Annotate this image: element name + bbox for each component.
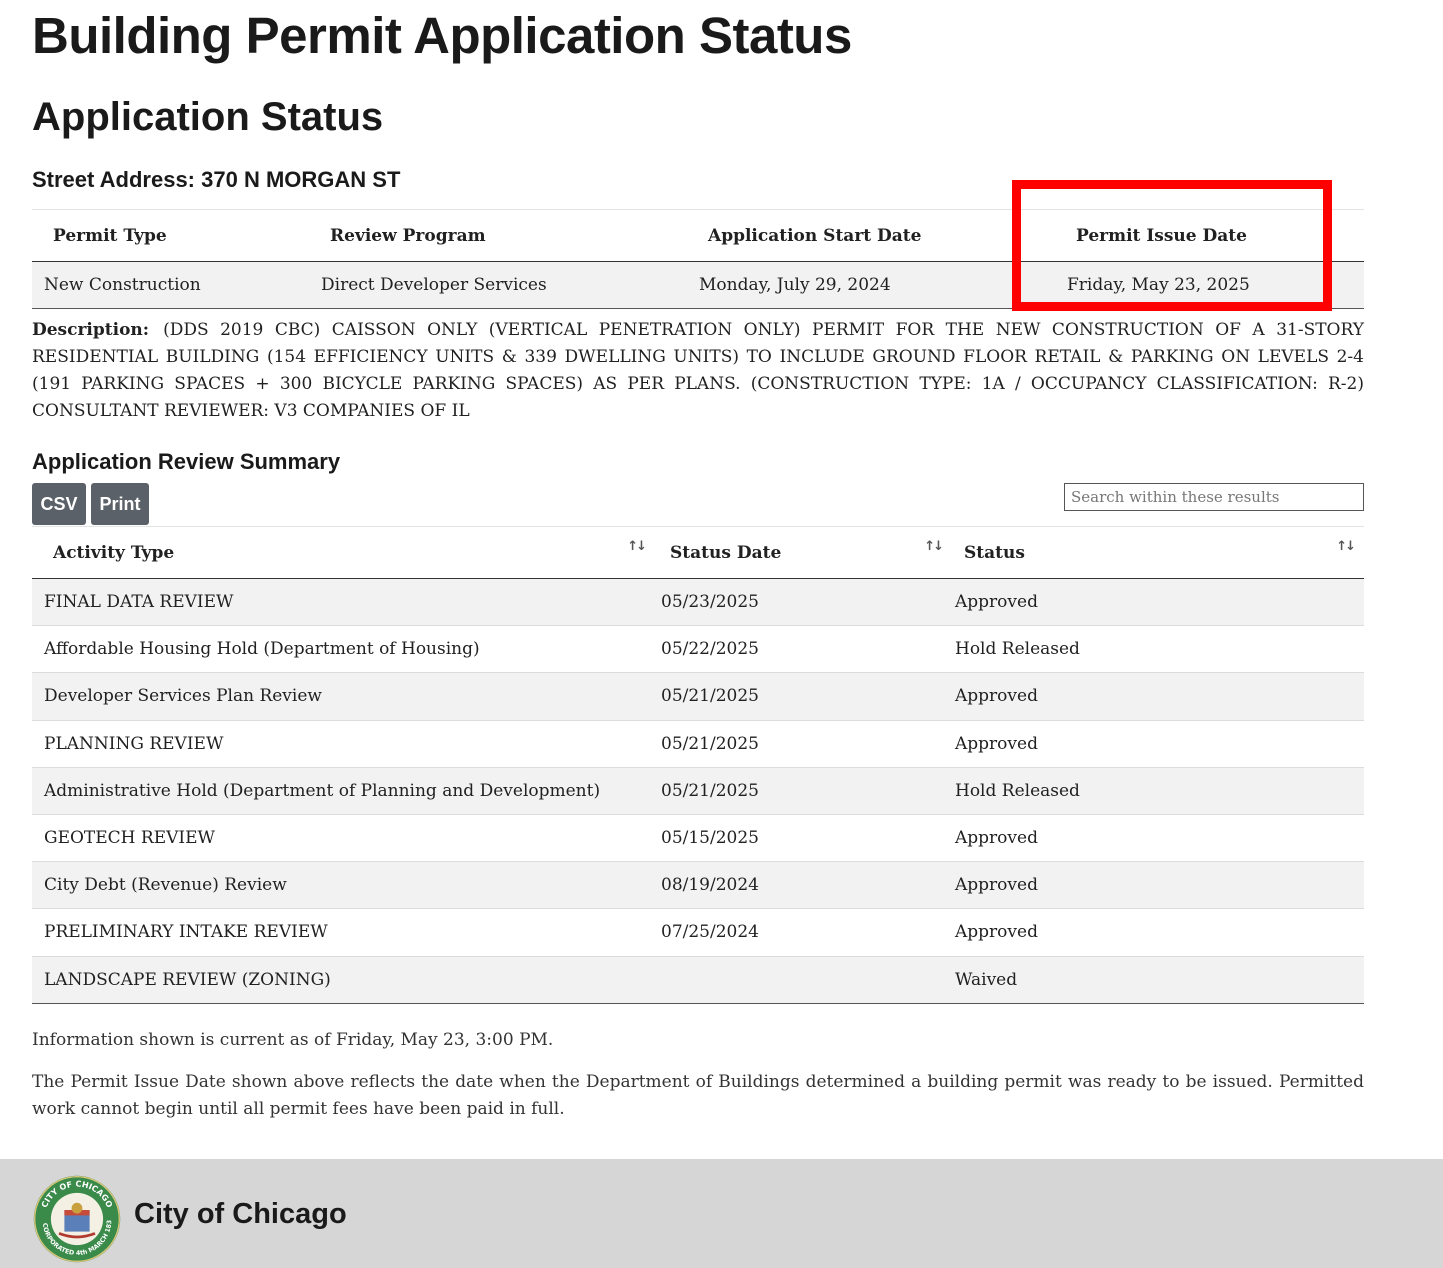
description-text: (DDS 2019 CBC) CAISSON ONLY (VERTICAL PE… (32, 320, 1364, 421)
activity-type-cell: City Debt (Revenue) Review (32, 861, 649, 910)
status-date-cell: 05/22/2025 (649, 625, 946, 674)
status-date-cell: 05/23/2025 (649, 578, 946, 627)
status-cell: Approved (946, 814, 1364, 863)
activity-type-cell: Developer Services Plan Review (32, 672, 649, 721)
info-current-as-of: Information shown is current as of Frida… (32, 1030, 554, 1050)
permit-header-row: Permit Type Review Program Application S… (32, 209, 1364, 262)
status-cell: Hold Released (946, 625, 1364, 674)
status-cell: Hold Released (946, 767, 1364, 815)
table-row: GEOTECH REVIEW 05/15/2025 Approved (32, 814, 1364, 863)
header-permit-type: Permit Type (32, 209, 310, 262)
table-row: City Debt (Revenue) Review 08/19/2024 Appr… (32, 861, 1364, 910)
header-status[interactable]: Status ↑↓ (946, 526, 1364, 579)
status-cell: Approved (946, 861, 1364, 910)
street-address: Street Address: 370 N MORGAN ST (32, 167, 401, 192)
site-footer: CITY OF CHICAGO INCORPORATED 4th MARCH 1… (0, 1159, 1443, 1268)
header-activity-type[interactable]: Activity Type ↑↓ (32, 526, 649, 579)
print-button[interactable]: Print (91, 483, 149, 525)
status-date-cell: 05/21/2025 (649, 672, 946, 721)
header-application-start-date: Application Start Date (688, 209, 1050, 262)
status-date-cell: 05/15/2025 (649, 814, 946, 863)
sort-icon[interactable]: ↑↓ (627, 539, 647, 554)
activity-type-cell: LANDSCAPE REVIEW (ZONING) (32, 956, 649, 1004)
info-permit-note: The Permit Issue Date shown above reflec… (32, 1072, 1364, 1119)
review-program-value: Direct Developer Services (310, 261, 688, 309)
permit-summary-table: Permit Type Review Program Application S… (32, 209, 1364, 309)
status-date-cell: 05/21/2025 (649, 767, 946, 815)
description-label: Description: (32, 320, 150, 340)
section-title: Application Status (32, 95, 384, 139)
status-date-cell: 08/19/2024 (649, 861, 946, 910)
review-summary-heading: Application Review Summary (32, 449, 341, 474)
table-row: LANDSCAPE REVIEW (ZONING) Waived (32, 956, 1364, 1004)
activity-type-cell: Affordable Housing Hold (Department of H… (32, 625, 649, 674)
status-date-cell (649, 956, 946, 1004)
footer-city-name: City of Chicago (134, 1198, 347, 1230)
status-cell: Approved (946, 720, 1364, 768)
activity-type-cell: FINAL DATA REVIEW (32, 578, 649, 627)
status-cell: Approved (946, 578, 1364, 627)
status-cell: Approved (946, 908, 1364, 957)
activity-type-cell: Administrative Hold (Department of Plann… (32, 767, 649, 815)
header-permit-issue-date: Permit Issue Date (1050, 209, 1364, 262)
sort-icon[interactable]: ↑↓ (1336, 539, 1356, 554)
status-cell: Approved (946, 672, 1364, 721)
table-row: PLANNING REVIEW 05/21/2025 Approved (32, 720, 1364, 768)
table-row: FINAL DATA REVIEW 05/23/2025 Approved (32, 578, 1364, 627)
review-summary-table: Activity Type ↑↓ Status Date ↑↓ Status ↑↓ F… (32, 526, 1364, 1004)
page-title: Building Permit Application Status (32, 7, 852, 64)
application-start-date-value: Monday, July 29, 2024 (688, 261, 1050, 309)
review-header-row: Activity Type ↑↓ Status Date ↑↓ Status ↑↓ (32, 526, 1364, 579)
permit-issue-date-value: Friday, May 23, 2025 (1050, 261, 1364, 309)
activity-type-cell: PLANNING REVIEW (32, 720, 649, 768)
table-row: PRELIMINARY INTAKE REVIEW 07/25/2024 Appro… (32, 908, 1364, 957)
table-row: Developer Services Plan Review 05/21/2025… (32, 672, 1364, 721)
activity-type-cell: PRELIMINARY INTAKE REVIEW (32, 908, 649, 957)
table-row: Administrative Hold (Department of Plann… (32, 767, 1364, 815)
search-results-input[interactable] (1064, 483, 1364, 511)
table-row: Affordable Housing Hold (Department of H… (32, 625, 1364, 674)
permit-type-value: New Construction (32, 261, 310, 309)
status-date-cell: 05/21/2025 (649, 720, 946, 768)
status-cell: Waived (946, 956, 1364, 1004)
header-status-date[interactable]: Status Date ↑↓ (649, 526, 946, 579)
activity-type-cell: GEOTECH REVIEW (32, 814, 649, 863)
csv-button[interactable]: CSV (32, 483, 86, 525)
status-date-cell: 07/25/2024 (649, 908, 946, 957)
sort-icon[interactable]: ↑↓ (924, 539, 944, 554)
header-review-program: Review Program (310, 209, 688, 262)
permit-description: Description: (DDS 2019 CBC) CAISSON ONLY … (32, 317, 1364, 425)
permit-row: New Construction Direct Developer Servic… (32, 261, 1364, 309)
city-of-chicago-seal-icon: CITY OF CHICAGO INCORPORATED 4th MARCH 1… (32, 1174, 121, 1263)
